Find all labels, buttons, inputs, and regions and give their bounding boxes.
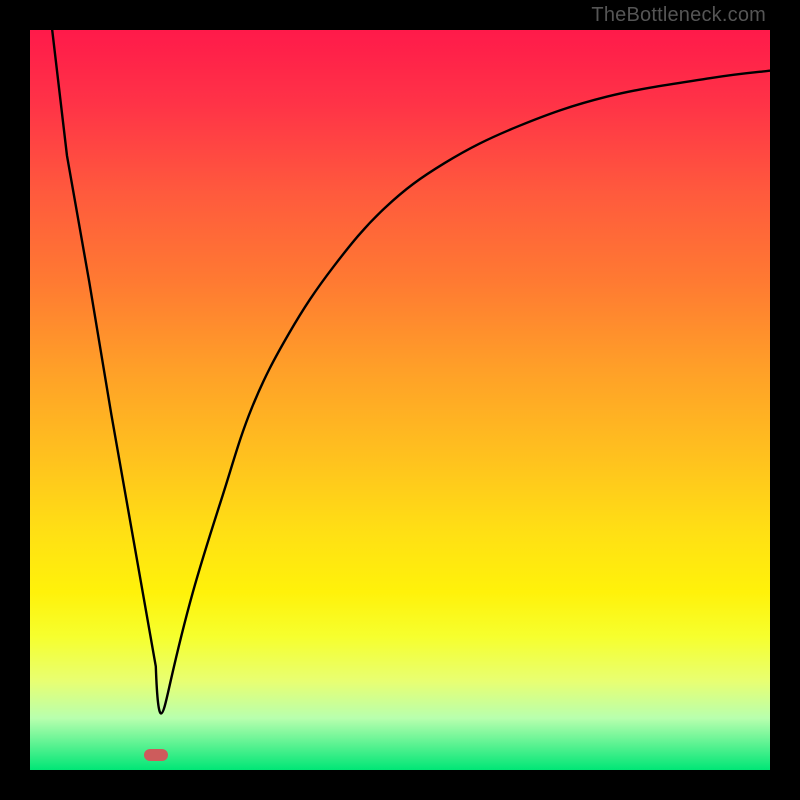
- chart-frame: TheBottleneck.com: [0, 0, 800, 800]
- plot-area: [30, 30, 770, 770]
- bottleneck-curve: [30, 30, 770, 770]
- watermark-text: TheBottleneck.com: [591, 4, 766, 27]
